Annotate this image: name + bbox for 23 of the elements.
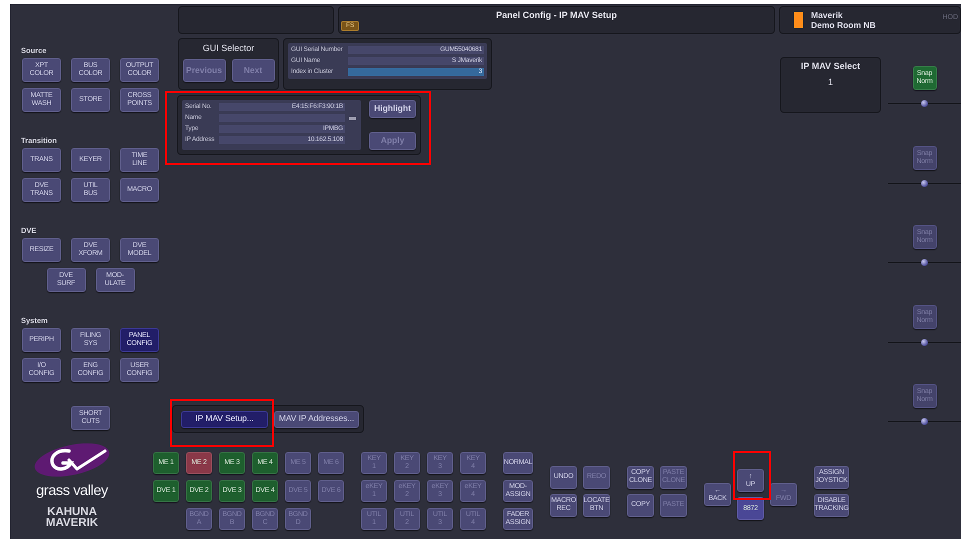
logo-icon [33,443,111,477]
status-indicator-icon [794,12,803,28]
slider-thumb[interactable] [921,418,928,425]
tab[interactable]: MAV IP Addresses... [274,410,359,428]
screen-title: Panel Config - IP MAV Setup [495,10,618,21]
slider-thumb[interactable] [921,338,928,346]
slider-track[interactable] [888,180,961,186]
highlight-frame [733,451,771,500]
slider-track[interactable] [888,338,961,346]
slider-thumb[interactable] [921,259,928,266]
selected-value: 1 [828,77,833,87]
slider-track[interactable] [888,418,961,425]
slider-thumb[interactable] [921,100,928,107]
brand-name: grass valley [36,484,108,499]
slider-track[interactable] [888,259,961,266]
panel-title: GUI Selector [202,43,254,53]
product-name: KAHUNA MAVERIK [46,507,98,529]
tab[interactable]: IP MAV Setup... [181,410,268,428]
slider-track[interactable] [888,100,961,107]
panel-name: Maverik Demo Room NB [811,10,876,30]
action-button[interactable]: Highlight [369,100,416,118]
slider-thumb[interactable] [921,180,928,186]
panel-title: IP MAV Select [800,61,860,71]
